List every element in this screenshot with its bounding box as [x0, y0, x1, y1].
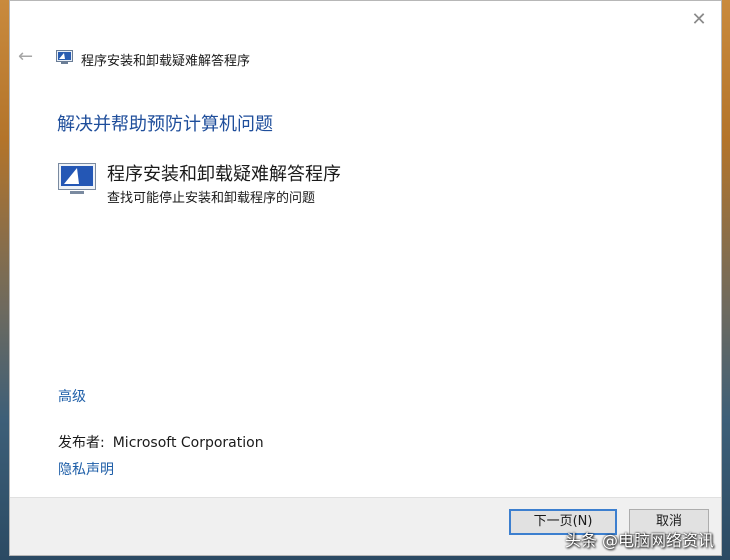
troubleshooter-title[interactable]: 程序安装和卸载疑难解答程序: [107, 160, 341, 186]
page-heading: 解决并帮助预防计算机问题: [57, 114, 273, 135]
troubleshooter-description: 查找可能停止安装和卸载程序的问题: [107, 191, 316, 206]
close-button[interactable]: ✕: [689, 10, 709, 30]
dialog-footer: 下一页(N) 取消: [10, 497, 721, 555]
troubleshooter-icon: [56, 50, 73, 64]
window-title: 程序安装和卸载疑难解答程序: [81, 54, 251, 69]
troubleshooter-window: ✕ ← 程序安装和卸载疑难解答程序 解决并帮助预防计算机问题 程序安装和卸载疑难…: [9, 0, 722, 556]
cancel-button[interactable]: 取消: [629, 509, 709, 535]
publisher-value: Microsoft Corporation: [112, 435, 264, 451]
publisher-info: 发布者: Microsoft Corporation: [58, 432, 264, 452]
troubleshooter-icon: [58, 163, 96, 194]
next-button[interactable]: 下一页(N): [509, 509, 617, 535]
close-icon: ✕: [691, 9, 707, 30]
advanced-link[interactable]: 高级: [58, 386, 86, 406]
privacy-statement-link[interactable]: 隐私声明: [58, 459, 114, 479]
arrow-left-icon: ←: [18, 46, 34, 67]
back-button[interactable]: ←: [18, 47, 40, 67]
publisher-label: 发布者:: [58, 435, 105, 451]
